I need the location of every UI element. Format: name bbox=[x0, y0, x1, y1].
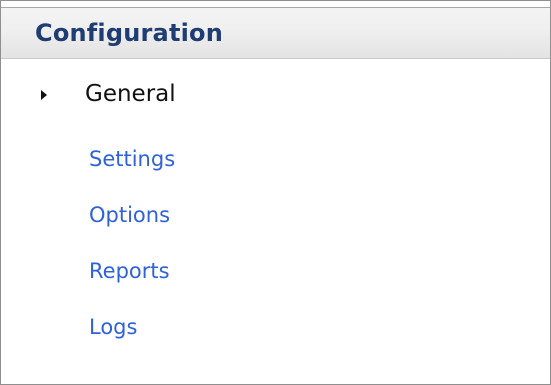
logs-link[interactable]: Logs bbox=[89, 315, 137, 339]
triangle-right-icon[interactable] bbox=[41, 90, 47, 100]
panel-header: Configuration bbox=[1, 7, 550, 59]
panel-title: Configuration bbox=[35, 19, 224, 47]
settings-link[interactable]: Settings bbox=[89, 147, 175, 171]
reports-link[interactable]: Reports bbox=[89, 259, 170, 283]
section-general-label[interactable]: General bbox=[85, 81, 176, 107]
section-general[interactable]: General bbox=[1, 79, 550, 111]
options-link[interactable]: Options bbox=[89, 203, 170, 227]
configuration-panel: Configuration General Settings Options R… bbox=[0, 0, 551, 385]
